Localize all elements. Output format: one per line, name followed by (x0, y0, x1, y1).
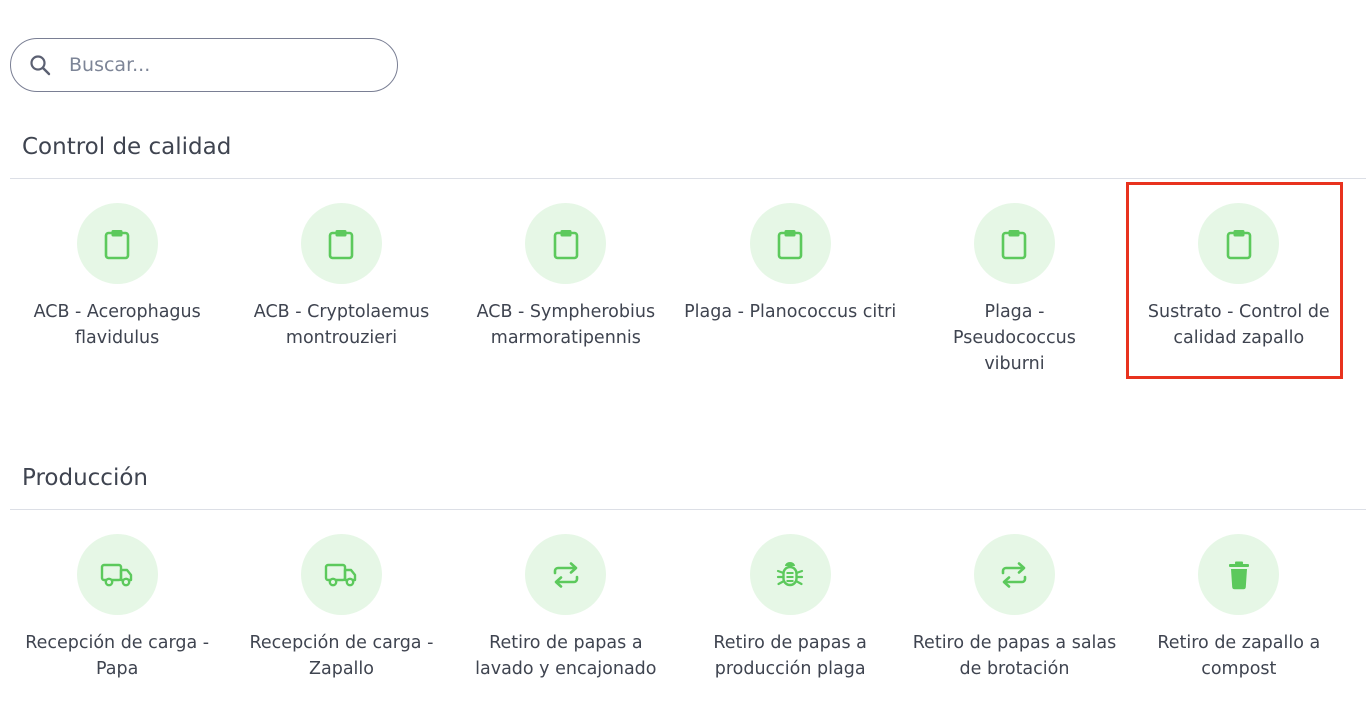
tile-retiro-produccion-plaga[interactable]: Retiro de papas a producción plaga (678, 534, 902, 682)
tile-label: Retiro de papas a producción plaga (713, 633, 867, 679)
tile-sustrato-zapallo[interactable]: Sustrato - Control de calidad zapallo (1127, 203, 1351, 377)
tile-label: Recepción de carga - Papa (25, 633, 210, 679)
tile-acb-sympherobius[interactable]: ACB - Sympherobius marmoratipennis (454, 203, 678, 377)
tile-icon-circle (749, 534, 831, 615)
tile-label: Retiro de papas a salas de brotación (912, 633, 1117, 679)
tile-icon-circle (973, 534, 1055, 615)
tile-icon-circle (525, 534, 607, 615)
bug-icon (776, 560, 804, 590)
tile-recepcion-papa[interactable]: Recepción de carga - Papa (5, 534, 229, 682)
truck-icon (100, 562, 134, 588)
tile-icon-circle (973, 203, 1055, 284)
tile-plaga-planococcus[interactable]: Plaga - Planococcus citri (678, 203, 902, 377)
search-input[interactable] (69, 54, 359, 76)
tile-icon-circle (76, 534, 158, 615)
clipboard-icon (103, 228, 131, 260)
tile-plaga-pseudococcus[interactable]: Plaga - Pseudococcus viburni (902, 203, 1126, 377)
tile-label: Recepción de carga - Zapallo (249, 633, 434, 679)
tile-acb-cryptolaemus[interactable]: ACB - Cryptolaemus montrouzieri (229, 203, 453, 377)
section-divider (10, 509, 1366, 510)
tile-retiro-compost[interactable]: Retiro de zapallo a compost (1127, 534, 1351, 682)
search-box[interactable] (10, 38, 398, 92)
control-calidad-grid: ACB - Acerophagus flavidulus ACB - Crypt… (5, 203, 1355, 377)
clipboard-icon (1000, 228, 1028, 260)
tile-retiro-lavado[interactable]: Retiro de papas a lavado y encajonado (454, 534, 678, 682)
section-divider (10, 178, 1366, 179)
trash-icon (1227, 560, 1251, 590)
clipboard-icon (1225, 228, 1253, 260)
tile-recepcion-zapallo[interactable]: Recepción de carga - Zapallo (229, 534, 453, 682)
tile-label: Retiro de papas a lavado y encajonado (475, 633, 657, 679)
transfer-icon (999, 561, 1029, 589)
tile-label: ACB - Sympherobius marmoratipennis (476, 302, 656, 348)
tile-label: ACB - Acerophagus flavidulus (33, 302, 201, 348)
clipboard-icon (552, 228, 580, 260)
tile-icon-circle (300, 203, 382, 284)
truck-icon (324, 562, 358, 588)
tile-label: Plaga - Pseudococcus viburni (953, 302, 1076, 374)
transfer-icon (551, 561, 581, 589)
tile-icon-circle (1198, 534, 1280, 615)
tile-icon-circle (76, 203, 158, 284)
tile-label: ACB - Cryptolaemus montrouzieri (253, 302, 430, 348)
section-title-produccion: Producción (22, 465, 148, 491)
tile-acb-acerophagus[interactable]: ACB - Acerophagus flavidulus (5, 203, 229, 377)
clipboard-icon (327, 228, 355, 260)
tile-icon-circle (749, 203, 831, 284)
search-icon (27, 52, 53, 78)
tile-icon-circle (300, 534, 382, 615)
tile-label: Retiro de zapallo a compost (1157, 633, 1321, 679)
tile-label: Plaga - Planococcus citri (684, 302, 897, 322)
section-title-control-calidad: Control de calidad (22, 134, 232, 160)
tile-retiro-brotacion[interactable]: Retiro de papas a salas de brotación (902, 534, 1126, 682)
produccion-grid: Recepción de carga - Papa Recepción de c… (5, 534, 1355, 682)
tile-icon-circle (1198, 203, 1280, 284)
tile-label: Sustrato - Control de calidad zapallo (1147, 302, 1330, 348)
tile-icon-circle (525, 203, 607, 284)
clipboard-icon (776, 228, 804, 260)
